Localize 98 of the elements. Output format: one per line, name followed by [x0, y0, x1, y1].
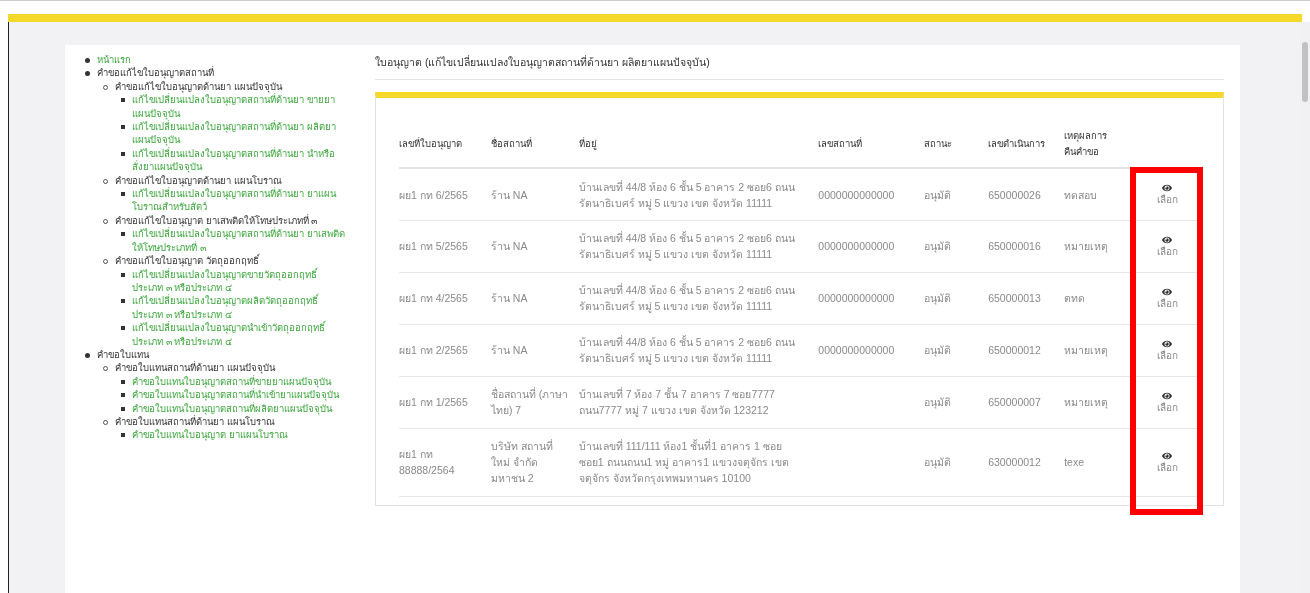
sidebar-heading: คำขอใบแทน	[97, 347, 149, 361]
table-cell: อนุมัติ	[924, 396, 952, 409]
table-cell: อนุมัติ	[924, 240, 952, 253]
scrollbar[interactable]	[1300, 22, 1310, 593]
table-cell: อนุมัติ	[924, 456, 952, 469]
sidebar-link[interactable]: แก้ไขเปลี่ยนแปลงใบอนุญาตสถานที่ด้านยา นำหรือสั่งยาแผนปัจจุบัน	[132, 146, 345, 174]
column-header: เลขดำเนินการ	[988, 137, 1046, 149]
table-cell: ผย1 กท 88888/2564	[399, 448, 455, 477]
table-cell: 0000000000000	[818, 188, 895, 201]
sidebar-heading: คำขอแก้ไขใบอนุญาตสถานที่	[97, 66, 214, 80]
table-cell: บ้านเลขที่ 44/8 ห้อง 6 ชั้น 5 อาคาร 2 ซอย6 ถนน รัตนาธิเบศร์ หมู่ 5 แขวง เขต จังหวัด 11111	[578, 180, 795, 209]
table-cell: หมายเหตุ	[1064, 396, 1109, 409]
sidebar-heading: คำขอใบแทนสถานที่ด้านยา แผนปัจจุบัน	[115, 361, 275, 375]
table-cell: ผย1 กท 6/2565	[399, 188, 468, 201]
sidebar-link[interactable]: แก้ไขเปลี่ยนแปลงใบอนุญาตสถานที่ด้านยา ผลิตยาแผนปัจจุบัน	[132, 120, 345, 147]
view-icon	[1162, 183, 1173, 193]
table-cell: 650000016	[988, 240, 1041, 253]
column-header: เหตุผลการคืนคำขอ	[1064, 129, 1108, 157]
bullet-icon	[85, 71, 90, 77]
sidebar-link[interactable]: แก้ไขเปลี่ยนแปลงใบอนุญาตสถานที่ด้านยา ยาแผนโบราณสำหรับสัตว์	[132, 187, 345, 214]
view-icon	[1162, 450, 1173, 461]
table-cell: หมายเหตุ	[1064, 344, 1109, 357]
table-cell: ร้าน NA	[490, 292, 528, 305]
page-title: ใบอนุญาต (แก้ไขเปลี่ยนแปลงใบอนุญาตสถานที่ด้านยา ผลิตยาแผนปัจจุบัน)	[375, 53, 1224, 80]
bullet-icon	[121, 272, 125, 277]
table-cell: ร้าน NA	[490, 344, 528, 357]
table-cell: 650000012	[988, 344, 1041, 357]
table-cell: บริษัท สถานที่ใหม่ จำกัด มหาชน 2	[490, 440, 553, 485]
table-cell: หมายเหตุ	[1064, 240, 1109, 253]
select-button[interactable]: เลือก	[1156, 338, 1178, 363]
column-header: เลขที่ใบอนุญาต	[399, 137, 462, 149]
bullet-icon	[121, 192, 125, 197]
select-button[interactable]: เลือก	[1156, 183, 1178, 207]
table-cell: ร้าน NA	[490, 240, 528, 253]
sidebar-heading: คำขอแก้ไขใบอนุญาต ยาเสพติดให้โทษประเภทที่ ๓	[115, 213, 318, 228]
bullet-icon	[121, 299, 125, 304]
table-cell: ผย1 กท 2/2565	[399, 344, 468, 357]
table-cell: บ้านเลขที่ 44/8 ห้อง 6 ชั้น 5 อาคาร 2 ซอย6 ถนน รัตนาธิเบศร์ หมู่ 5 แขวง เขต จังหวัด 11111	[578, 232, 795, 261]
table-cell: ผย1 กท 1/2565	[399, 396, 468, 409]
sidebar-link[interactable]: แก้ไขเปลี่ยนแปลงใบอนุญาตสถานที่ด้านยา ยาเสพติดให้โทษประเภทที่ ๓	[132, 227, 345, 255]
sidebar-heading: คำขอใบแทนสถานที่ด้านยา แผนโบราณ	[115, 414, 275, 429]
bullet-icon	[121, 393, 125, 398]
table-cell: 0000000000000	[818, 240, 895, 253]
bullet-icon	[121, 433, 125, 438]
column-header: ที่อยู่	[578, 137, 597, 149]
table-cell: อนุมัติ	[924, 188, 952, 201]
select-button[interactable]: เลือก	[1156, 234, 1178, 259]
table-cell: บ้านเลขที่ 44/8 ห้อง 6 ชั้น 5 อาคาร 2 ซอย6 ถนน รัตนาธิเบศร์ หมู่ 5 แขวง เขต จังหวัด 11111	[578, 284, 795, 313]
column-header: ชื่อสถานที่	[490, 137, 532, 149]
table-cell: ผย1 กท 4/2565	[399, 292, 468, 305]
view-icon	[1162, 234, 1173, 245]
select-button[interactable]: เลือก	[1156, 286, 1178, 311]
bullet-icon	[121, 125, 125, 130]
bullet-icon	[121, 232, 125, 237]
table-cell: บ้านเลขที่ 44/8 ห้อง 6 ชั้น 5 อาคาร 2 ซอย6 ถนน รัตนาธิเบศร์ หมู่ 5 แขวง เขต จังหวัด 11111	[578, 336, 795, 365]
bullet-icon	[121, 326, 125, 331]
column-header: เลขสถานที่	[818, 137, 863, 149]
table-cell: 650000007	[988, 396, 1041, 409]
sidebar-link[interactable]: แก้ไขเปลี่ยนแปลงใบอนุญาตผลิตวัตถุออกฤทธิ์ ประเภท ๓ หรือประเภท ๔	[132, 294, 345, 322]
bullet-icon	[121, 379, 125, 384]
bullet-icon	[121, 98, 125, 103]
bullet-icon	[121, 406, 125, 411]
table-cell: 630000012	[988, 456, 1041, 469]
table-cell: บ้านเลขที่ 111/111 ห้อง1 ชั้นที่1 อาคาร 1 ซอย ซอย1 ถนนถนน1 หมู่ อาคาร1 แขวงจตุจักร เขต จตุจักร จังหวัดกรุงเทพมหานคร 10100	[578, 440, 789, 485]
table-cell: ผย1 กท 5/2565	[399, 240, 468, 253]
bullet-icon	[121, 151, 125, 156]
table-cell: 650000026	[988, 188, 1041, 201]
sidebar-link[interactable]: คำขอใบแทนใบอนุญาตสถานที่ผลิตยาแผนปัจจุบัน	[132, 401, 332, 415]
sidebar-link[interactable]: แก้ไขเปลี่ยนแปลงใบอนุญาตขายวัตถุออกฤทธิ์ ประเภท ๓ หรือประเภท ๔	[132, 267, 345, 295]
table-cell: 0000000000000	[818, 292, 895, 305]
scrollbar-thumb[interactable]	[1302, 42, 1308, 102]
table-cell: 0000000000000	[818, 344, 895, 357]
table-cell: ทดสอบ	[1064, 188, 1098, 201]
bullet-icon	[85, 58, 90, 63]
table-cell: ตทด	[1064, 292, 1086, 305]
sidebar-heading: คำขอแก้ไขใบอนุญาตด้านยา แผนโบราณ	[115, 173, 282, 188]
view-icon	[1162, 338, 1173, 349]
table-cell: ชื่อสถานที่ (ภาษาไทย) 7	[490, 388, 569, 417]
table-cell: ร้าน NA	[490, 188, 528, 201]
select-button[interactable]: เลือก	[1156, 390, 1178, 415]
sidebar-heading: คำขอแก้ไขใบอนุญาต วัตถุออกฤทธิ์	[115, 254, 259, 267]
column-header: สถานะ	[924, 137, 953, 149]
sidebar-link[interactable]: แก้ไขเปลี่ยนแปลงใบอนุญาตสถานที่ด้านยา ขายยาแผนปัจจุบัน	[132, 93, 345, 121]
sidebar-link[interactable]: หน้าแรก	[97, 53, 131, 67]
bullet-icon	[85, 352, 90, 358]
select-button[interactable]: เลือก	[1156, 450, 1178, 475]
sidebar-link[interactable]: คำขอใบแทนใบอนุญาต ยาแผนโบราณ	[132, 428, 288, 442]
table-cell: อนุมัติ	[924, 344, 952, 357]
sidebar-link[interactable]: แก้ไขเปลี่ยนแปลงใบอนุญาตนำเข้าวัตถุออกฤทธิ์ ประเภท ๓ หรือประเภท ๔	[132, 321, 345, 348]
sidebar-heading: คำขอแก้ไขใบอนุญาตด้านยา แผนปัจจุบัน	[115, 79, 282, 94]
view-icon	[1162, 286, 1173, 297]
view-icon	[1162, 390, 1173, 401]
table-cell: 650000013	[988, 292, 1041, 305]
sidebar-link[interactable]: คำขอใบแทนใบอนุญาตสถานที่นำเข้ายาแผนปัจจุบัน	[132, 388, 339, 402]
table-cell: บ้านเลขที่ 7 ห้อง 7 ชั้น 7 อาคาร 7 ซอย7777 ถนน7777 หมู่ 7 แขวง เขต จังหวัด 123212	[578, 388, 775, 417]
sidebar-link[interactable]: คำขอใบแทนใบอนุญาตสถานที่ขายยาแผนปัจจุบัน	[132, 374, 331, 389]
table-cell: อนุมัติ	[924, 292, 952, 305]
table-cell: texe	[1064, 456, 1084, 469]
